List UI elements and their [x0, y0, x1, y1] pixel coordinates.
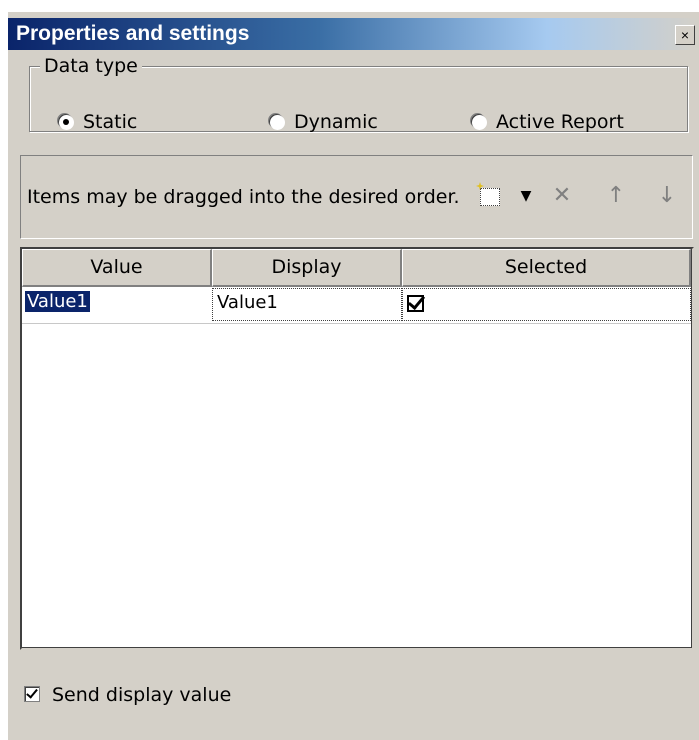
data-type-group: Data type Static Dynamic Active Report: [29, 55, 688, 133]
radio-static-indicator[interactable]: [58, 114, 73, 129]
grid-header: Value Display Selected: [22, 249, 691, 287]
selected-checkbox[interactable]: [407, 294, 424, 312]
send-display-value-checkbox[interactable]: [24, 686, 40, 702]
cell-value[interactable]: Value1: [22, 287, 212, 323]
window-title: Properties and settings: [16, 22, 250, 45]
delete-icon[interactable]: ✕: [549, 182, 575, 210]
table-row[interactable]: Value1 Value1: [22, 287, 691, 324]
drag-hint-text: Items may be dragged into the desired or…: [27, 186, 460, 208]
title-bar[interactable]: Properties and settings ×: [8, 18, 699, 50]
radio-dynamic-label: Dynamic: [294, 111, 378, 133]
radio-static-label: Static: [83, 111, 138, 133]
new-item-icon[interactable]: [480, 188, 500, 206]
column-header-display[interactable]: Display: [212, 249, 402, 287]
data-type-legend: Data type: [40, 55, 142, 77]
column-header-value[interactable]: Value: [22, 249, 212, 287]
items-toolbar: Items may be dragged into the desired or…: [20, 155, 693, 239]
close-icon: ×: [680, 27, 690, 43]
move-down-icon[interactable]: ↓: [654, 182, 680, 210]
cell-display-text[interactable]: Value1: [217, 292, 278, 313]
properties-window: Properties and settings × Data type Stat…: [8, 12, 699, 740]
cell-display[interactable]: Value1: [212, 288, 402, 321]
radio-dynamic[interactable]: Dynamic: [269, 111, 378, 133]
move-up-icon[interactable]: ↑: [603, 182, 629, 210]
radio-static[interactable]: Static: [58, 111, 137, 133]
data-type-options: Static Dynamic Active Report: [30, 111, 687, 141]
send-display-value-option[interactable]: Send display value: [24, 684, 231, 706]
radio-active-report-label: Active Report: [496, 111, 624, 133]
radio-active-report[interactable]: Active Report: [471, 111, 624, 133]
cell-selected[interactable]: [402, 288, 691, 321]
send-display-value-label: Send display value: [52, 684, 232, 706]
grid-body: Value Display Selected Value1 Value1: [22, 249, 692, 648]
radio-dynamic-indicator[interactable]: [269, 114, 284, 129]
dropdown-arrow-icon[interactable]: ▼: [513, 182, 539, 210]
values-grid[interactable]: Value Display Selected Value1 Value1: [20, 247, 694, 650]
close-button[interactable]: ×: [675, 25, 695, 45]
cell-value-text[interactable]: Value1: [25, 291, 90, 312]
radio-active-report-indicator[interactable]: [471, 114, 486, 129]
column-header-selected[interactable]: Selected: [402, 249, 691, 287]
